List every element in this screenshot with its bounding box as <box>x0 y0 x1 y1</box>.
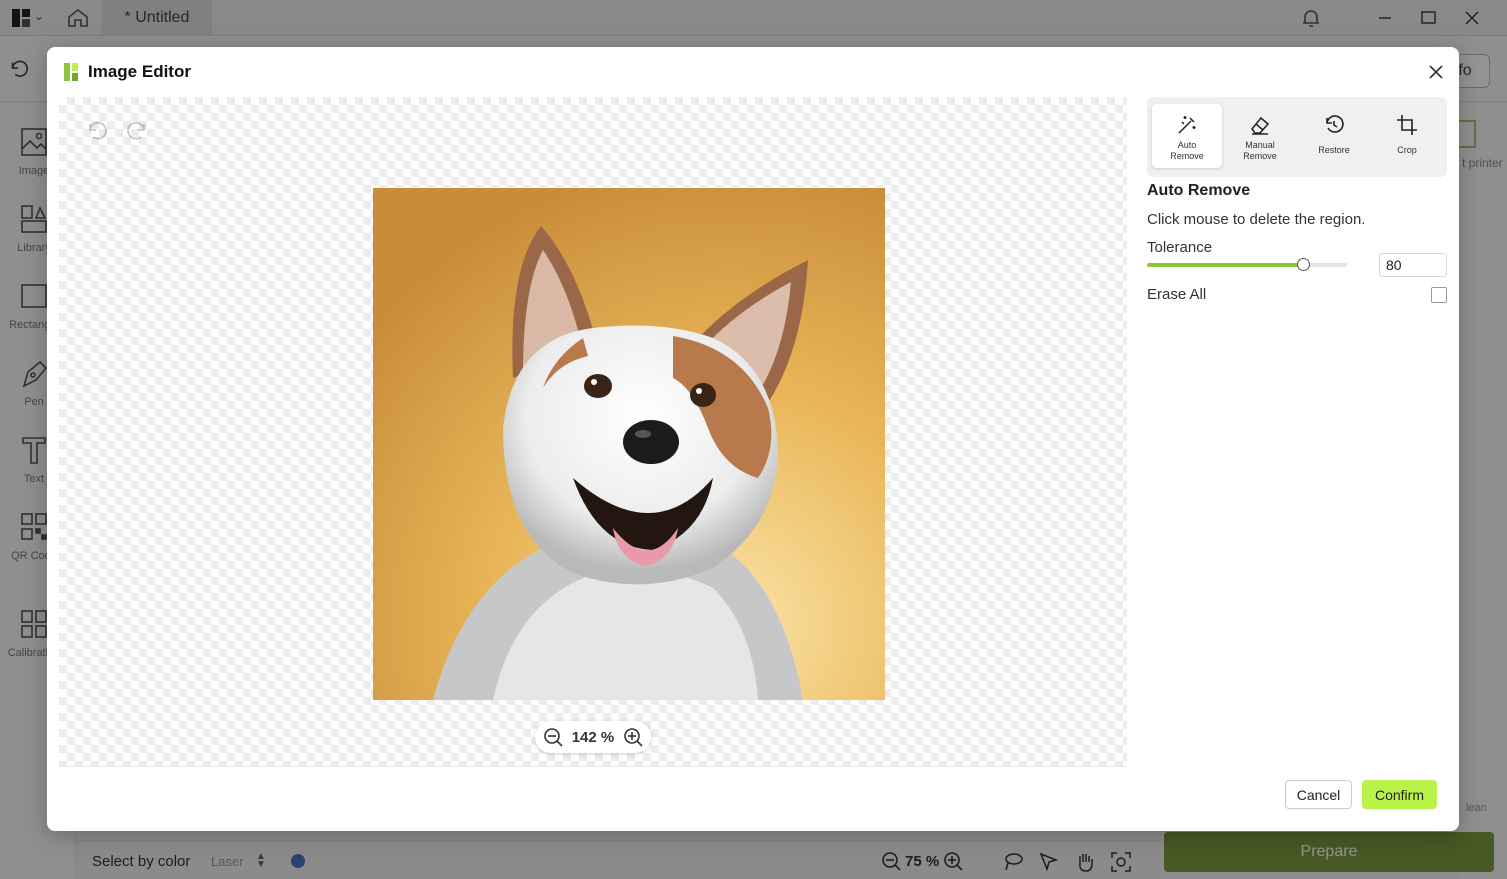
tab-auto-remove[interactable]: Auto Remove <box>1152 104 1222 168</box>
tab-label: Restore <box>1318 145 1350 155</box>
tab-restore[interactable]: Restore <box>1299 104 1369 168</box>
restore-history-icon <box>1326 115 1344 133</box>
erase-all-label: Erase All <box>1147 286 1207 303</box>
image-canvas[interactable]: 142 % <box>59 97 1127 767</box>
tab-label: Remove <box>1243 151 1277 161</box>
tab-manual-remove[interactable]: Manual Remove <box>1225 104 1295 168</box>
dialog-title: Image Editor <box>88 62 191 81</box>
confirm-button[interactable]: Confirm <box>1362 780 1437 809</box>
section-description: Click mouse to delete the region. <box>1147 211 1366 228</box>
close-icon[interactable] <box>1427 63 1445 81</box>
eraser-icon <box>1251 116 1270 135</box>
tab-crop[interactable]: Crop <box>1372 104 1442 168</box>
cancel-button[interactable]: Cancel <box>1285 780 1352 809</box>
section-title: Auto Remove <box>1147 182 1251 199</box>
tolerance-slider[interactable] <box>1147 258 1347 271</box>
tolerance-input[interactable] <box>1379 253 1447 277</box>
image-editor-dialog: Image Editor 142 % Auto Remove Manual Re… <box>47 47 1459 831</box>
tab-label: Auto <box>1177 140 1197 150</box>
image-zoom-control: 142 % <box>535 721 651 753</box>
edit-tool-tabs: Auto Remove Manual Remove Restore Crop <box>1147 97 1447 177</box>
tolerance-label: Tolerance <box>1147 239 1213 256</box>
zoom-in-icon[interactable] <box>623 727 643 747</box>
image-editor-logo-icon <box>64 63 78 81</box>
tab-label: Remove <box>1170 151 1204 161</box>
magic-wand-icon <box>1178 116 1196 134</box>
crop-icon <box>1397 115 1417 135</box>
erase-all-checkbox[interactable] <box>1431 287 1447 303</box>
redo-icon[interactable] <box>125 119 149 143</box>
tab-label: Manual <box>1245 140 1275 150</box>
image-zoom-value: 142 % <box>571 728 615 746</box>
zoom-out-icon[interactable] <box>543 727 563 747</box>
undo-icon[interactable] <box>85 119 109 143</box>
dog-photo[interactable] <box>373 188 885 700</box>
tab-label: Crop <box>1397 145 1417 155</box>
tolerance-slider-fill <box>1147 263 1303 267</box>
tolerance-slider-thumb[interactable] <box>1297 258 1310 271</box>
